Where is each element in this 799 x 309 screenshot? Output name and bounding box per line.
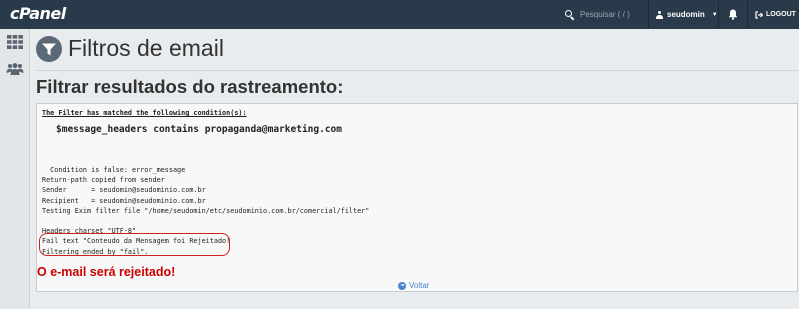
- rejection-message: O e-mail será rejeitado!: [37, 265, 176, 279]
- cpanel-logo[interactable]: cPanel: [10, 4, 66, 23]
- logout-label: LOGOUT: [766, 11, 796, 18]
- condition-title: The Filter has matched the following con…: [42, 109, 247, 117]
- search-box[interactable]: Pesquisar ( / ): [565, 0, 647, 29]
- divider: [718, 0, 719, 29]
- page-header: Filtros de email: [36, 35, 224, 62]
- filter-funnel-icon: [36, 35, 62, 62]
- sidebar: [0, 29, 30, 309]
- filter-trace-output: The Filter has matched the following con…: [36, 103, 798, 292]
- search-placeholder[interactable]: Pesquisar ( / ): [580, 10, 630, 19]
- sidebar-item-users[interactable]: [4, 59, 26, 79]
- username-label: seudomin: [667, 10, 705, 19]
- main-content: Filtros de email Filtrar resultados do r…: [30, 29, 799, 309]
- back-link[interactable]: Voltar: [398, 281, 429, 290]
- divider: [648, 0, 649, 29]
- grid-icon: [7, 35, 23, 49]
- caret-down-icon: ▼: [711, 11, 718, 18]
- search-icon: [565, 10, 574, 19]
- users-icon: [6, 63, 24, 75]
- logout-icon: [755, 10, 763, 19]
- back-label: Voltar: [409, 281, 430, 290]
- divider: [747, 0, 748, 29]
- section-title: Filtrar resultados do rastreamento:: [36, 76, 344, 97]
- bell-icon[interactable]: [728, 9, 738, 20]
- back-arrow-icon: [398, 281, 406, 290]
- user-icon: [656, 10, 663, 19]
- top-navigation-bar: cPanel Pesquisar ( / ) seudomin ▼ LOGOUT: [0, 0, 799, 29]
- page-title: Filtros de email: [68, 35, 224, 61]
- user-menu[interactable]: seudomin ▼: [656, 0, 718, 29]
- fail-text-highlight: [39, 233, 230, 256]
- condition-expression: $message_headers contains propaganda@mar…: [56, 124, 342, 135]
- sidebar-item-home[interactable]: [4, 32, 26, 52]
- page-divider: [36, 70, 799, 71]
- logout-button[interactable]: LOGOUT: [755, 0, 796, 29]
